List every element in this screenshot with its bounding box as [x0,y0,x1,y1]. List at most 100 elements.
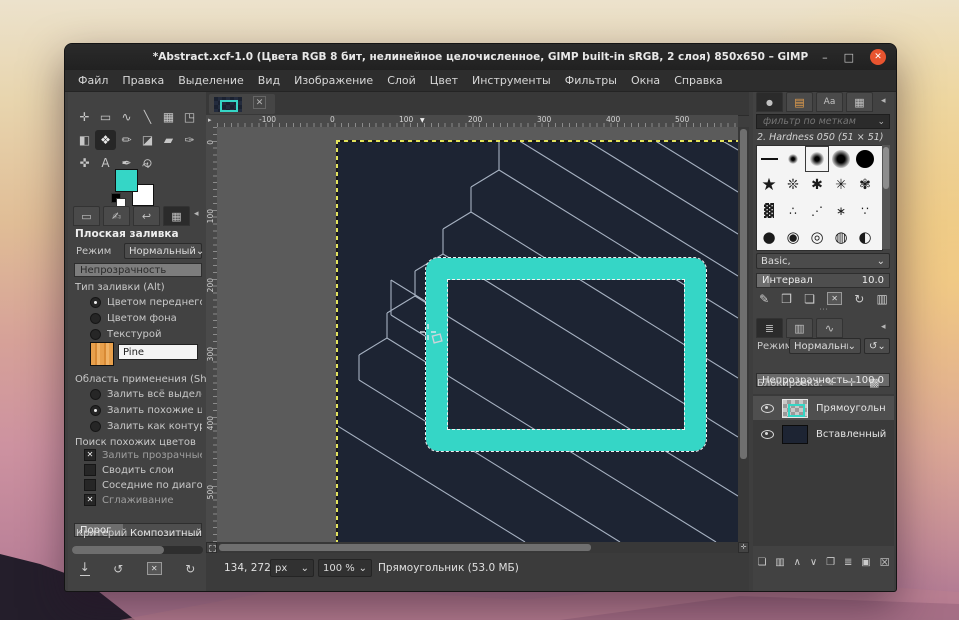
canvas-viewport[interactable] [217,127,738,542]
check-sample-merged[interactable]: Сводить слои [84,464,202,476]
brush-texture-4[interactable]: ◍ [829,224,853,250]
gradient-tool[interactable]: ◧ [74,130,95,150]
brush-dock-collapse-icon[interactable]: ◂ [881,96,886,106]
save-preset-button[interactable]: ↓ [80,562,90,576]
transform-tool[interactable]: ◳ [179,107,200,127]
quick-mask-toggle[interactable] [206,542,217,553]
check-fill-transparent[interactable]: ✕Залить прозрачные обла [84,449,202,461]
minimize-button[interactable]: – [822,52,828,63]
tab-paint-dynamics[interactable]: ✍ [103,206,130,226]
lower-layer-button[interactable]: ∨ [810,557,817,568]
brush-texture-3[interactable]: ◎ [805,224,829,250]
brush-group-combo[interactable]: Basic,⌄ [756,253,890,269]
brush-soft-small[interactable] [781,146,805,172]
brush-dots-2[interactable]: ⋰ [805,198,829,224]
image-tab-close-icon[interactable]: ✕ [253,96,266,109]
radio-fill-similar[interactable]: Залить похожие цвета [90,405,202,416]
brush-line[interactable] [757,146,781,172]
radio-fg-fill[interactable]: Цветом переднего плана [90,297,202,308]
menu-filters[interactable]: Фильтры [558,74,624,87]
brush-star[interactable]: ★ [757,172,781,198]
brush-splat-4[interactable]: ✾ [853,172,877,198]
layer-name[interactable]: Прямоугольн [816,403,886,414]
brush-texture-1[interactable]: ● [757,224,781,250]
delete-layer-button[interactable]: ☒ [880,556,890,569]
horizontal-scrollbar[interactable] [217,542,738,553]
brush-dots-3[interactable]: ∗ [829,198,853,224]
cyan-rectangle-selection[interactable] [426,258,706,451]
reset-options-button[interactable]: ↻ [185,562,195,576]
tab-tool-options[interactable]: ▭ [73,206,100,226]
menu-layer[interactable]: Слой [380,74,423,87]
tab-fonts[interactable]: Aa [816,92,843,112]
check-antialiasing[interactable]: ✕Сглаживание [84,494,202,506]
paths-tool[interactable]: ╲ [137,107,158,127]
eraser-tool[interactable]: ◪ [137,130,158,150]
brush-splat-1[interactable]: ❊ [781,172,805,198]
layer-name[interactable]: Вставленный [816,429,886,440]
open-as-image-button[interactable]: ▥ [877,292,888,306]
menu-image[interactable]: Изображение [287,74,380,87]
menu-tools[interactable]: Инструменты [465,74,558,87]
tab-paths[interactable]: ∿ [816,318,843,338]
zoom-combo[interactable]: 100 %⌄ [318,559,372,577]
tab-images[interactable]: ▦ [163,206,190,226]
add-mask-button[interactable]: ▣ [861,557,870,568]
tool-options-scrollbar[interactable] [72,546,203,554]
radio-bg-fill[interactable]: Цветом фона [90,313,202,324]
vertical-scrollbar[interactable] [738,127,749,542]
pattern-swatch[interactable] [90,342,114,366]
delete-brush-button[interactable]: ✕ [827,292,842,305]
brush-grid[interactable]: ★ ❊ ✱ ✳ ✾ ▓ ∴ ⋰ ∗ ∵ ● ◉ ◎ ◍ ◐ [756,145,883,251]
brush-hard-round[interactable] [853,146,877,172]
edit-brush-button[interactable]: ✎ [759,292,769,306]
brush-filter-input[interactable] [761,115,875,128]
opacity-slider[interactable]: Непрозрачность [74,263,202,277]
radio-fill-whole[interactable]: Залить всё выделение [90,389,202,400]
new-group-button[interactable]: ▥ [775,557,784,568]
brush-texture-2[interactable]: ◉ [781,224,805,250]
brush-splat-3[interactable]: ✳ [829,172,853,198]
menu-help[interactable]: Справка [667,74,729,87]
layer-mode-combo[interactable]: Нормальный⌄ [789,338,861,354]
tab-undo-history[interactable]: ↩ [133,206,160,226]
brush-spacing-slider[interactable]: Интервал 10.0 [756,273,890,288]
tab-patterns[interactable]: ▤ [786,92,813,112]
rectangle-select-tool[interactable]: ▭ [95,107,116,127]
menu-file[interactable]: Файл [71,74,115,87]
new-layer-button[interactable]: ❏ [757,557,766,568]
left-dock-collapse-icon[interactable]: ◂ [194,209,199,219]
pattern-name-input[interactable] [118,344,198,360]
mode-combo[interactable]: Нормальный⌄ [124,243,202,259]
visibility-eye-icon[interactable] [761,404,774,413]
refresh-brushes-button[interactable]: ↻ [854,292,864,306]
default-colors-icon[interactable] [111,193,125,207]
delete-preset-button[interactable]: ✕ [147,562,162,575]
brush-charcoal[interactable]: ▓ [757,198,781,224]
layer-mode-reset-combo[interactable]: ↺⌄ [864,338,890,354]
close-button[interactable]: ✕ [870,49,886,65]
layer-row-rectangle[interactable]: Прямоугольн [753,396,894,420]
smudge-tool[interactable]: ✑ [179,130,200,150]
menu-view[interactable]: Вид [251,74,287,87]
raise-layer-button[interactable]: ∧ [794,557,801,568]
layer-opacity-slider[interactable]: Непрозрачность 100.0 [756,373,890,387]
swap-colors-icon[interactable]: ↷ [142,162,150,173]
radio-pattern-fill[interactable]: Текстурой [90,329,202,340]
menu-select[interactable]: Выделение [171,74,251,87]
unit-combo[interactable]: px⌄ [270,559,314,577]
brush-soft-large[interactable] [829,146,853,172]
maximize-button[interactable]: □ [844,52,854,63]
foreground-color-swatch[interactable] [115,169,138,192]
duplicate-layer-button[interactable]: ❐ [826,557,835,568]
brush-hardness-050-selected[interactable] [805,146,829,172]
new-brush-button[interactable]: ❒ [781,292,792,306]
check-diagonal-neighbors[interactable]: Соседние по диагонали [84,479,202,491]
brush-dots-4[interactable]: ∵ [853,198,877,224]
menu-windows[interactable]: Окна [624,74,667,87]
clone-tool[interactable]: ▰ [158,130,179,150]
tab-brushes[interactable]: ● [756,92,783,112]
brush-filter-field[interactable]: ⌄ [756,114,890,129]
text-tool[interactable]: A [95,153,116,173]
image-canvas[interactable] [336,140,738,542]
